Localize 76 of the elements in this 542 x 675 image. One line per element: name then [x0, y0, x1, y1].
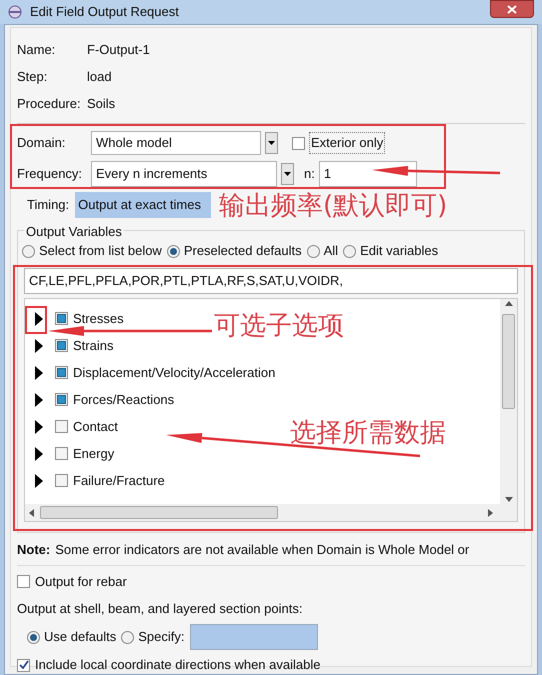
- variables-field[interactable]: CF,LE,PFL,PFLA,POR,PTL,PTLA,RF,S,SAT,U,VOIDR,: [24, 268, 518, 294]
- section-points-label: Output at shell, beam, and layered section points:: [17, 600, 304, 618]
- radio-button[interactable]: [22, 244, 35, 258]
- radio-label: Edit variables: [360, 242, 438, 260]
- dropdown-button[interactable]: [265, 132, 278, 154]
- expand-icon[interactable]: [35, 474, 43, 488]
- timing-select[interactable]: Output at exact times: [75, 192, 212, 218]
- field-label: Timing:: [27, 196, 70, 214]
- specify-field[interactable]: [190, 624, 318, 650]
- expand-icon[interactable]: [35, 338, 43, 352]
- close-icon: [507, 4, 517, 14]
- tree-item-label[interactable]: Forces/Reactions: [73, 390, 174, 410]
- checkbox[interactable]: [55, 366, 68, 379]
- tree-item-label[interactable]: Strains: [73, 336, 114, 356]
- annotation-text: 可选子选项: [214, 313, 344, 339]
- domain-select[interactable]: Whole model: [91, 131, 261, 155]
- checkbox[interactable]: [55, 447, 68, 460]
- checkbox[interactable]: [55, 420, 68, 433]
- app-icon: [8, 5, 22, 19]
- radio-button[interactable]: [27, 630, 40, 644]
- field-label: Name:: [17, 40, 56, 59]
- checkbox[interactable]: [17, 575, 30, 588]
- checkbox[interactable]: [55, 339, 68, 352]
- horizontal-scrollbar[interactable]: [25, 504, 517, 521]
- checkbox[interactable]: [55, 474, 68, 487]
- checkbox[interactable]: [55, 312, 68, 325]
- checkbox[interactable]: [17, 658, 30, 672]
- caret-icon: [268, 141, 275, 145]
- scroll-right-icon[interactable]: [488, 508, 493, 516]
- radio-button[interactable]: [121, 630, 134, 644]
- radio-label: All: [324, 242, 338, 260]
- expand-icon[interactable]: [35, 366, 43, 380]
- scroll-thumb[interactable]: [40, 506, 278, 519]
- radio-button[interactable]: [306, 244, 320, 258]
- scroll-left-icon[interactable]: [29, 508, 34, 516]
- field-label: Domain:: [17, 134, 66, 152]
- checkbox[interactable]: [292, 136, 305, 150]
- field-value: Soils: [87, 94, 116, 113]
- frequency-select[interactable]: Every n increments: [91, 161, 277, 187]
- field-label: Step:: [17, 68, 48, 86]
- expand-icon[interactable]: [35, 392, 43, 406]
- tree-item-label[interactable]: Displacement/Velocity/Acceleration: [73, 362, 276, 382]
- scroll-up-icon[interactable]: [504, 301, 512, 306]
- n-input[interactable]: 1: [318, 161, 417, 187]
- radio-button[interactable]: [343, 244, 356, 258]
- field-label: Frequency:: [17, 165, 84, 184]
- tree-item-label[interactable]: Stresses: [73, 308, 124, 328]
- scroll-thumb[interactable]: [502, 314, 515, 409]
- field-value: F-Output-1: [87, 40, 150, 59]
- window-title: Edit Field Output Request: [30, 3, 179, 22]
- radio-button[interactable]: [166, 244, 180, 258]
- expand-icon[interactable]: [35, 446, 43, 460]
- field-label: Procedure:: [17, 94, 82, 113]
- caret-icon: [284, 172, 291, 176]
- field-label: n:: [304, 165, 315, 184]
- annotation-text: 输出频率(默认即可): [219, 193, 448, 219]
- tree-item-label[interactable]: Contact: [73, 416, 118, 436]
- note-text: Note: Some error indicators are not available when Domain is Whole Model or: [17, 541, 470, 560]
- checkbox-label: Exterior only: [309, 132, 386, 154]
- checkbox-label: Include local coordinate directions when available: [35, 656, 320, 674]
- radio-label: Select from list below: [39, 242, 162, 260]
- checkbox[interactable]: [55, 393, 68, 406]
- expand-icon[interactable]: [35, 420, 43, 434]
- checkbox-label: Output for rebar: [35, 572, 127, 591]
- dropdown-button[interactable]: [281, 163, 294, 185]
- close-button[interactable]: [490, 0, 534, 18]
- tree-item-label[interactable]: Failure/Fracture: [73, 470, 165, 490]
- expand-icon[interactable]: [35, 312, 43, 326]
- field-value: load: [87, 68, 112, 86]
- tree-item-label[interactable]: Energy: [73, 444, 114, 464]
- annotation-text: 选择所需数据: [290, 420, 446, 446]
- scroll-down-icon[interactable]: [504, 497, 512, 502]
- radio-label: Preselected defaults: [184, 242, 302, 260]
- vertical-scrollbar[interactable]: [500, 299, 517, 504]
- radio-label: Use defaults: [44, 628, 116, 646]
- radio-label: Specify:: [138, 628, 185, 646]
